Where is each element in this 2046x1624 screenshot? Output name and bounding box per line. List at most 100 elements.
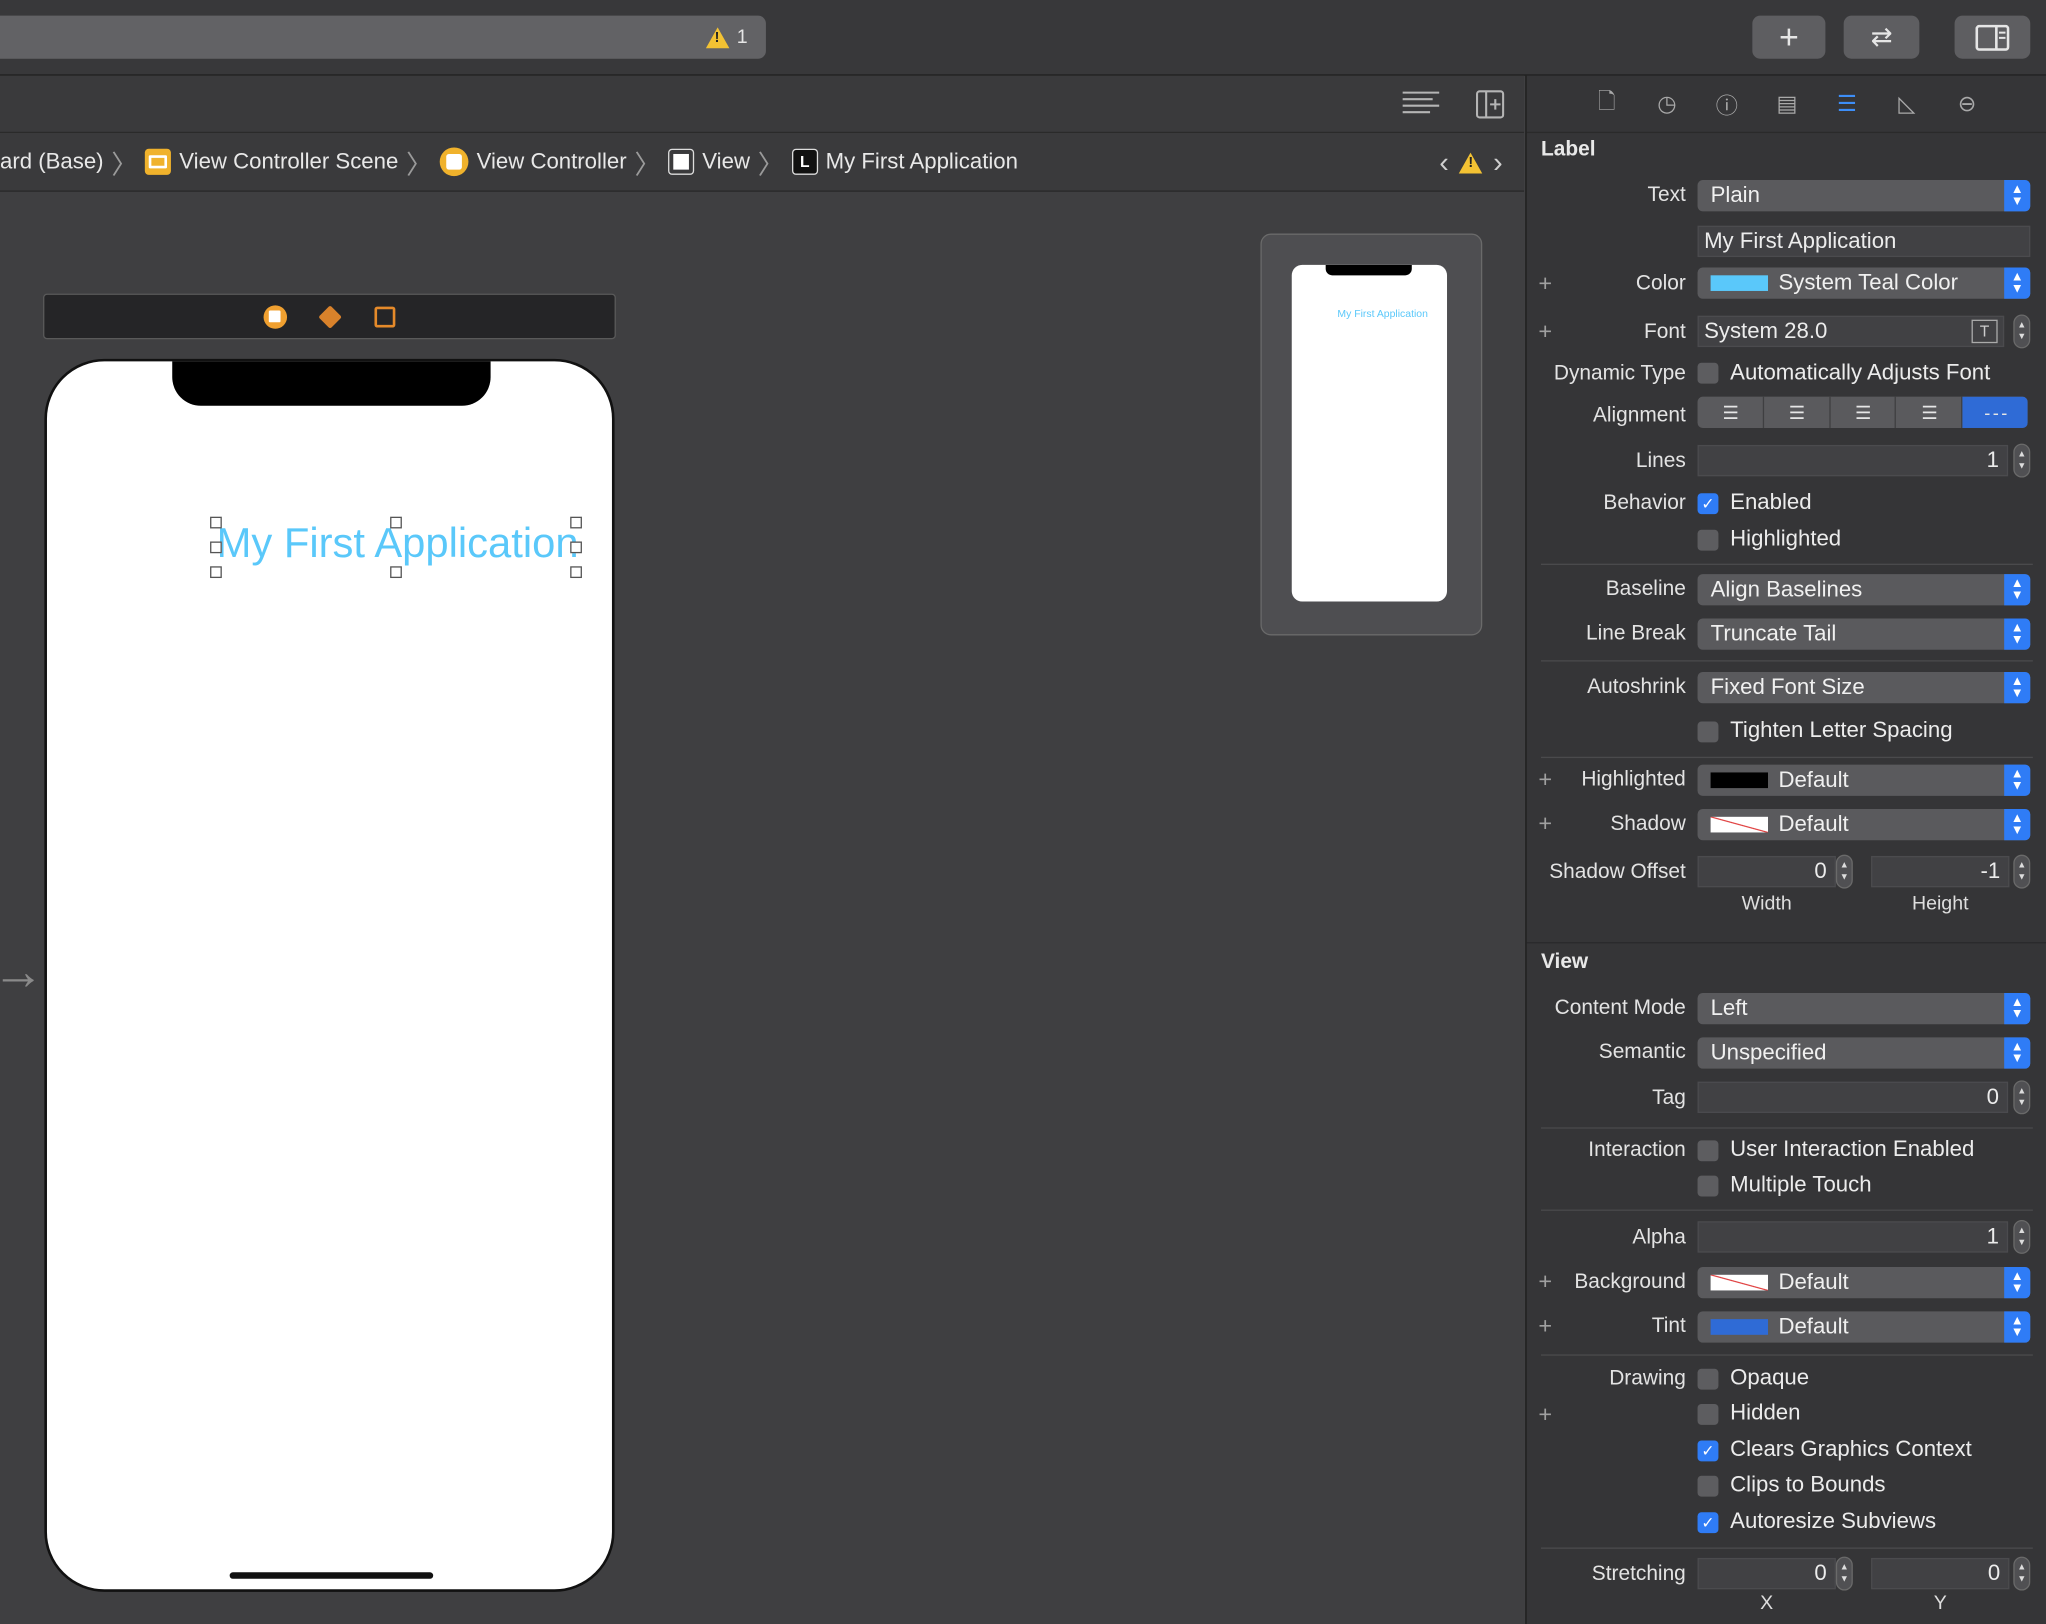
inspector-toggle-button[interactable] xyxy=(1954,15,2031,59)
semantic-popup[interactable]: Unspecified ▲ ▼ xyxy=(1697,1037,2031,1069)
text-type-popup[interactable]: Plain ▲ ▼ xyxy=(1697,180,2031,212)
lines-stepper[interactable]: ▲ ▼ xyxy=(2013,443,2031,478)
dynamic-type-checkbox[interactable] xyxy=(1697,362,1719,384)
font-size-stepper[interactable]: ▲ ▼ xyxy=(2013,314,2031,349)
plus-icon[interactable]: + xyxy=(1538,766,1552,793)
interface-builder-canvas[interactable]: → My First Application My First Applicat… xyxy=(0,191,1525,1624)
stretching-x-field[interactable]: 0 xyxy=(1697,1557,1836,1590)
plus-icon[interactable]: + xyxy=(1538,1313,1552,1340)
plus-icon[interactable]: + xyxy=(1538,1268,1552,1295)
lines-field[interactable]: 1 xyxy=(1697,444,2009,477)
baseline-popup[interactable]: Align Baselines ▲ ▼ xyxy=(1697,574,2031,606)
breadcrumb-scene[interactable]: View Controller Scene xyxy=(145,148,398,175)
plus-icon[interactable]: + xyxy=(1538,1401,1552,1428)
multiple-touch-checkbox[interactable] xyxy=(1697,1175,1719,1197)
label-text-field[interactable]: My First Application xyxy=(1697,225,2031,258)
popup-value: Default xyxy=(1778,811,1849,837)
shadow-width-stepper[interactable]: ▲ ▼ xyxy=(1835,854,1853,889)
resize-handle[interactable] xyxy=(210,566,222,579)
plus-icon[interactable]: + xyxy=(1538,270,1552,297)
autoresize-subviews-checkbox[interactable]: ✓ xyxy=(1697,1512,1719,1534)
shadow-height-stepper[interactable]: ▲ ▼ xyxy=(2013,854,2031,889)
shadow-color-popup[interactable]: Default ▲ ▼ xyxy=(1697,808,2031,841)
view-controller-icon[interactable] xyxy=(260,302,289,331)
tint-color-popup[interactable]: Default ▲ ▼ xyxy=(1697,1311,2031,1343)
chevron-right-icon[interactable]: › xyxy=(1493,146,1503,180)
canvas-minimap[interactable]: My First Application xyxy=(1260,233,1483,636)
tighten-spacing-checkbox[interactable] xyxy=(1697,721,1719,743)
resize-handle[interactable] xyxy=(210,516,222,529)
resize-handle[interactable] xyxy=(390,566,402,579)
resize-handle[interactable] xyxy=(390,516,402,529)
line-break-popup[interactable]: Truncate Tail ▲ ▼ xyxy=(1697,618,2031,650)
font-field[interactable]: System 28.0 T xyxy=(1697,315,2005,348)
autoshrink-popup[interactable]: Fixed Font Size ▲ ▼ xyxy=(1697,671,2031,704)
popup-value: Truncate Tail xyxy=(1710,621,1837,646)
text-color-popup[interactable]: System Teal Color ▲ ▼ xyxy=(1697,267,2031,299)
connections-inspector-icon[interactable]: ⊖ xyxy=(1951,88,1982,119)
resize-handle[interactable] xyxy=(570,516,582,529)
help-inspector-icon[interactable]: ⓘ xyxy=(1711,88,1742,119)
outline-menu-button[interactable] xyxy=(1401,89,1440,124)
background-label: Background xyxy=(1574,1270,1686,1294)
alignment-segmented-control[interactable]: ☰ ☰ ☰ ☰ - - - xyxy=(1697,396,2028,428)
size-inspector-icon[interactable]: ◺ xyxy=(1891,88,1922,119)
align-center-icon[interactable]: ☰ xyxy=(1764,396,1831,428)
content-mode-popup[interactable]: Left ▲ ▼ xyxy=(1697,992,2031,1025)
tag-field[interactable]: 0 xyxy=(1697,1081,2009,1113)
user-interaction-checkbox[interactable] xyxy=(1697,1140,1719,1162)
breadcrumb-view-controller[interactable]: View Controller xyxy=(440,147,627,177)
highlighted-checkbox[interactable] xyxy=(1697,529,1719,551)
resize-handle[interactable] xyxy=(570,541,582,554)
align-right-icon[interactable]: ☰ xyxy=(1830,396,1897,428)
breadcrumb-label-item[interactable]: L My First Application xyxy=(791,148,1018,175)
clears-graphics-checkbox[interactable]: ✓ xyxy=(1697,1440,1719,1462)
sidebar-right-icon xyxy=(1975,24,2010,51)
warning-indicator[interactable]: 1 xyxy=(705,26,748,49)
first-responder-icon[interactable] xyxy=(315,302,344,331)
file-inspector-icon[interactable]: 🗋 xyxy=(1591,88,1622,119)
breadcrumb-label: My First Application xyxy=(825,148,1018,174)
enabled-checkbox[interactable]: ✓ xyxy=(1697,493,1719,515)
tag-stepper[interactable]: ▲ ▼ xyxy=(2013,1080,2031,1115)
history-inspector-icon[interactable]: ◷ xyxy=(1651,88,1682,119)
align-natural-icon[interactable]: - - - xyxy=(1962,396,2028,428)
code-review-button[interactable]: ⇄ xyxy=(1843,15,1920,59)
resize-handle[interactable] xyxy=(210,541,222,554)
stretching-y-stepper[interactable]: ▲ ▼ xyxy=(2013,1556,2031,1591)
lines-icon xyxy=(1402,91,1440,114)
warning-icon[interactable] xyxy=(1459,152,1483,174)
alpha-stepper[interactable]: ▲ ▼ xyxy=(2013,1219,2031,1254)
popup-value: Left xyxy=(1710,995,1748,1021)
breadcrumb-view[interactable]: View xyxy=(668,148,750,175)
shadow-offset-height-field[interactable]: -1 xyxy=(1871,855,2010,888)
initial-entry-arrow-icon[interactable]: → xyxy=(0,943,44,1002)
attributes-inspector-icon[interactable]: ☰ xyxy=(1831,88,1862,119)
chevron-left-icon[interactable]: ‹ xyxy=(1439,146,1449,180)
background-color-popup[interactable]: Default ▲ ▼ xyxy=(1697,1266,2031,1299)
shadow-offset-width-field[interactable]: 0 xyxy=(1697,855,1836,888)
opaque-checkbox[interactable] xyxy=(1697,1368,1719,1390)
exit-icon[interactable] xyxy=(370,302,399,331)
align-left-icon[interactable]: ☰ xyxy=(1698,396,1764,428)
alpha-field[interactable]: 1 xyxy=(1697,1221,2009,1253)
align-justified-icon[interactable]: ☰ xyxy=(1896,396,1963,428)
plus-icon[interactable]: + xyxy=(1538,318,1552,345)
highlighted-color-popup[interactable]: Default ▲ ▼ xyxy=(1697,764,2031,796)
identity-inspector-icon[interactable]: ▤ xyxy=(1771,88,1802,119)
behavior-label: Behavior xyxy=(1603,491,1686,515)
font-picker-icon[interactable]: T xyxy=(1971,319,1998,344)
plus-icon[interactable]: + xyxy=(1538,810,1552,837)
add-editor-button[interactable] xyxy=(1475,90,1505,125)
shadow-offset-label: Shadow Offset xyxy=(1549,861,1686,884)
stretching-y-field[interactable]: 0 xyxy=(1871,1557,2010,1590)
stretching-x-stepper[interactable]: ▲ ▼ xyxy=(1835,1556,1853,1591)
breadcrumb-storyboard[interactable]: ard (Base) xyxy=(0,149,104,175)
home-indicator xyxy=(229,1572,434,1579)
library-add-button[interactable]: + xyxy=(1752,15,1826,59)
resize-handle[interactable] xyxy=(570,566,582,579)
iphone-device-frame[interactable]: My First Application xyxy=(44,358,615,1592)
hidden-checkbox[interactable] xyxy=(1697,1403,1719,1425)
clips-to-bounds-checkbox[interactable] xyxy=(1697,1475,1719,1497)
activity-status-bar[interactable]: 1 xyxy=(0,15,766,59)
